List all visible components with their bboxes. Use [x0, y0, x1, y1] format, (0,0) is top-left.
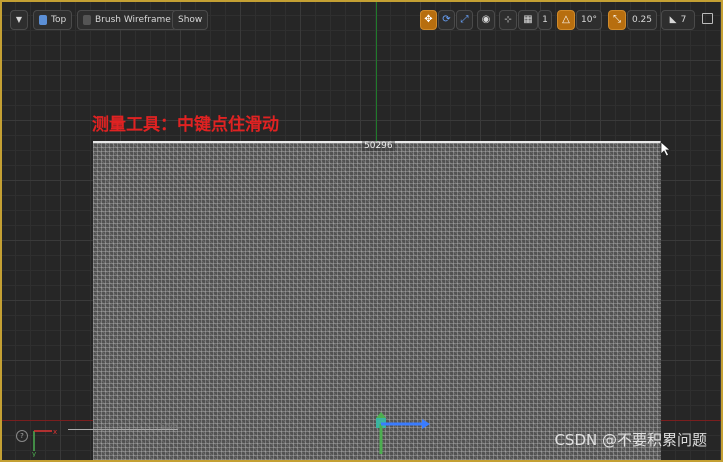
transform-gizmo-icon[interactable] [372, 410, 432, 456]
scale-tool-button[interactable]: ⤢ [456, 10, 473, 30]
svg-text:x: x [53, 428, 57, 436]
coordinate-system-button[interactable]: ◉ [477, 10, 495, 30]
scale-snap-value: 0.25 [631, 15, 653, 25]
grid-snap-button[interactable]: ▦ [518, 10, 538, 30]
help-icon[interactable]: ? [16, 430, 28, 442]
rotate-tool-button[interactable]: ⟳ [438, 10, 455, 30]
scale-snap-icon: ⤡ [613, 14, 621, 25]
grid-size-dropdown[interactable]: 1 [538, 10, 552, 30]
view-mode-button[interactable]: Top [33, 10, 73, 30]
svg-text:y: y [32, 450, 36, 457]
watermark: CSDN @不要积累问题 [554, 431, 707, 449]
maximize-viewport-icon[interactable] [702, 13, 713, 24]
camera-icon: ◣ [669, 15, 677, 25]
view-mode-label: Top [51, 15, 67, 25]
viewport-menu-button[interactable]: ▼ [10, 10, 28, 30]
grid-icon: ▦ [523, 14, 533, 25]
measurement-label: 50296 [362, 141, 395, 151]
render-mode-label: Brush Wireframe [95, 15, 171, 25]
translate-tool-button[interactable]: ✥ [420, 10, 437, 30]
mouse-cursor-icon [660, 141, 672, 157]
camera-speed-button[interactable]: ◣ 7 [661, 10, 695, 30]
show-button[interactable]: Show [172, 10, 209, 30]
wireframe-icon [83, 15, 91, 25]
render-mode-button[interactable]: Brush Wireframe [77, 10, 177, 30]
scale-snap-button[interactable]: ⤡ [608, 10, 626, 30]
camera-speed-value: 7 [680, 15, 687, 25]
chevron-down-icon: ▼ [15, 15, 23, 24]
scale-label: 50m [160, 422, 178, 431]
rotation-snap-value: 10° [581, 15, 597, 25]
scale-icon: ⤢ [460, 14, 469, 25]
surface-snap-icon: ⊹ [504, 15, 512, 25]
move-icon: ✥ [424, 14, 433, 25]
viewport[interactable]: ▼ Top Brush Wireframe Show ✥ ⟳ ⤢ ◉ ⊹ ▦ 1… [0, 0, 723, 462]
rotate-icon: ⟳ [442, 14, 451, 25]
angle-icon: △ [562, 14, 570, 25]
view-mode-icon [39, 15, 47, 25]
show-label: Show [178, 15, 203, 25]
rotation-snap-button[interactable]: △ [557, 10, 575, 30]
instruction-text: 测量工具：中键点住滑动 [92, 115, 279, 135]
grid-size-value: 1 [542, 15, 548, 25]
axis-widget-icon: x y [32, 428, 57, 457]
surface-snap-button[interactable]: ⊹ [499, 10, 517, 30]
globe-icon: ◉ [481, 14, 491, 25]
rotation-snap-dropdown[interactable]: 10° [576, 10, 602, 30]
scale-snap-dropdown[interactable]: 0.25 [627, 10, 657, 30]
viewport-toolbar: ▼ Top Brush Wireframe Show ✥ ⟳ ⤢ ◉ ⊹ ▦ 1… [10, 10, 713, 32]
